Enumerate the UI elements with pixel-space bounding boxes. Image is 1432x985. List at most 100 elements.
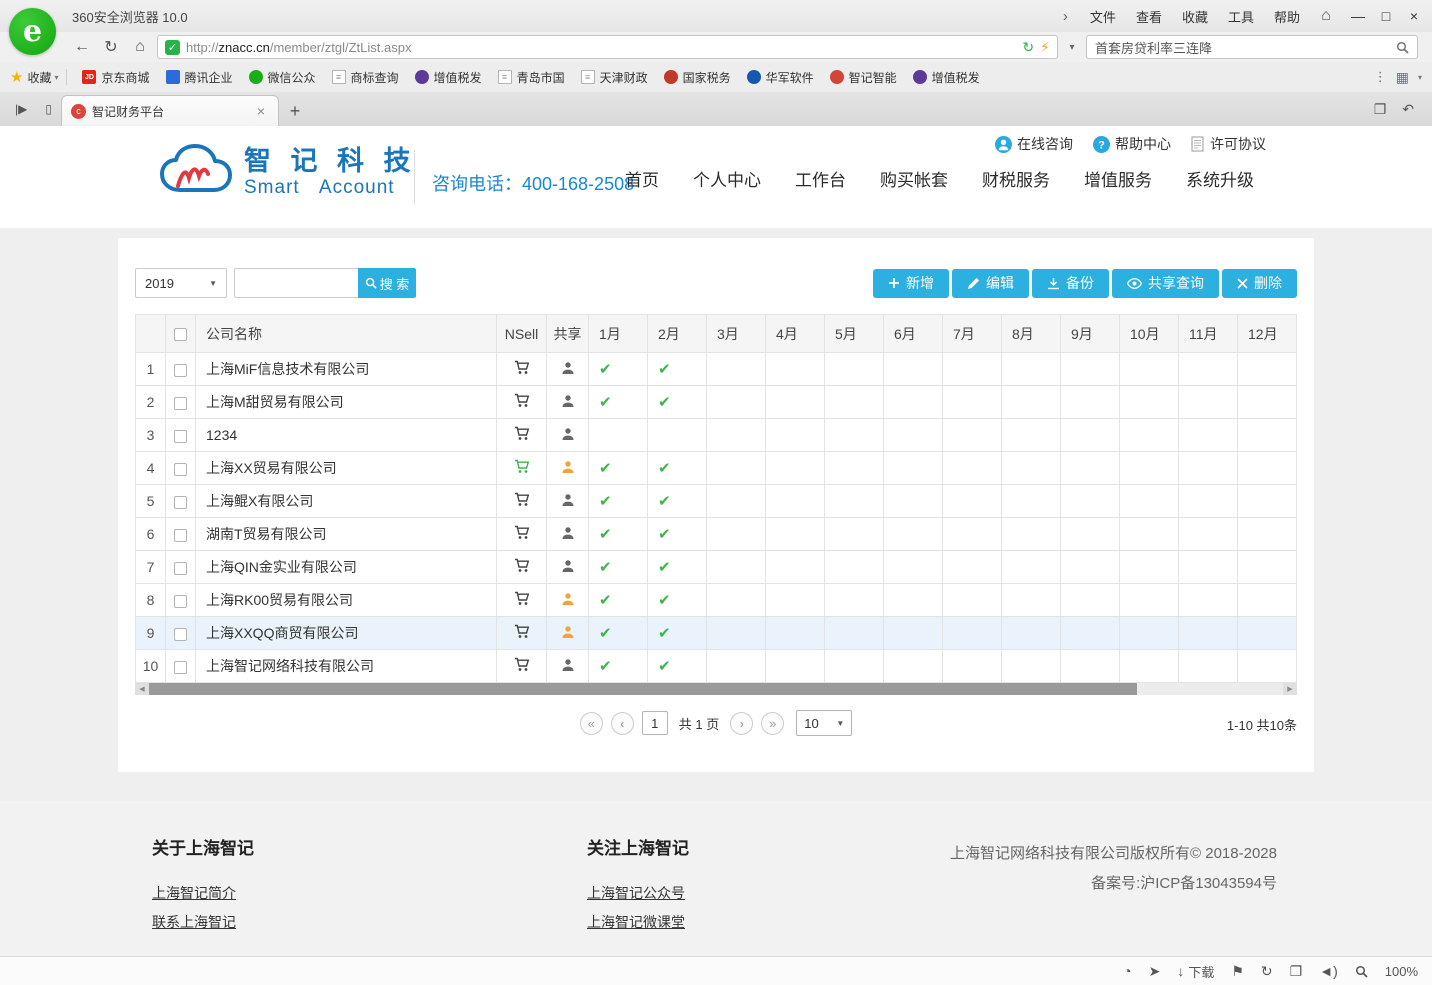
bookmark-item[interactable]: JD京东商城: [75, 66, 156, 89]
new-tab-button[interactable]: +: [281, 97, 309, 125]
browser-search-box[interactable]: 首套房贷利率三连降: [1086, 35, 1418, 59]
cart-icon[interactable]: [514, 657, 530, 672]
game-speed-icon[interactable]: ➤: [1149, 963, 1161, 980]
share-person-icon[interactable]: [561, 460, 575, 474]
search-button[interactable]: 搜 索: [358, 268, 416, 298]
maximize-button[interactable]: □: [1372, 0, 1400, 32]
row-checkbox[interactable]: [174, 463, 187, 476]
bookmark-item[interactable]: 增值税发: [408, 66, 489, 89]
table-row[interactable]: 5上海鲲X有限公司✔✔: [136, 485, 1297, 518]
favorites-star-icon[interactable]: ★: [10, 68, 23, 86]
company-search-input[interactable]: [234, 268, 358, 298]
browser-tab[interactable]: c 智记财务平台 ×: [61, 95, 279, 126]
close-button[interactable]: ×: [1400, 0, 1428, 32]
share-query-button[interactable]: 共享查询: [1112, 269, 1219, 298]
volume-icon[interactable]: ◄): [1319, 963, 1338, 979]
refresh-status-icon[interactable]: ↻: [1261, 963, 1273, 980]
cart-icon[interactable]: [514, 558, 530, 573]
scrollbar-thumb[interactable]: [149, 683, 1137, 695]
multi-window-icon[interactable]: ❐: [1290, 963, 1303, 980]
table-row[interactable]: 1上海MiF信息技术有限公司✔✔: [136, 353, 1297, 386]
first-page-button[interactable]: «: [580, 712, 603, 735]
row-checkbox[interactable]: [174, 529, 187, 542]
no-trace-mode-icon[interactable]: ↻: [1022, 39, 1034, 56]
page-size-select[interactable]: 10 ▼: [796, 710, 852, 736]
overflow-icon[interactable]: ⋮: [1374, 69, 1387, 85]
nav-item-5[interactable]: 增值服务: [1084, 169, 1152, 193]
favorites-caret-icon[interactable]: ▾: [54, 73, 58, 82]
tile-windows-icon[interactable]: ❐: [1374, 101, 1387, 118]
minimize-button[interactable]: —: [1344, 0, 1372, 32]
nav-item-0[interactable]: 首页: [625, 169, 659, 193]
prev-page-button[interactable]: ‹: [611, 712, 634, 735]
scroll-left-icon[interactable]: ◀: [135, 683, 149, 695]
row-checkbox[interactable]: [174, 430, 187, 443]
favorites-label[interactable]: 收藏: [27, 69, 51, 86]
nav-item-1[interactable]: 个人中心: [693, 169, 761, 193]
scroll-right-icon[interactable]: ▶: [1283, 683, 1297, 695]
cart-icon[interactable]: [514, 360, 530, 375]
cart-icon[interactable]: [514, 393, 530, 408]
bookmark-item[interactable]: 智记智能: [823, 66, 904, 89]
menu-chevron-icon[interactable]: ›: [1063, 8, 1068, 25]
back-button[interactable]: ←: [70, 35, 94, 59]
quick-link[interactable]: 许可协议: [1191, 134, 1266, 154]
delete-button[interactable]: 删除: [1222, 269, 1297, 298]
quick-link[interactable]: ?帮助中心: [1093, 134, 1171, 154]
backup-button[interactable]: 备份: [1032, 269, 1109, 298]
cart-icon[interactable]: [514, 459, 530, 474]
bookmark-item[interactable]: 青岛市国: [491, 66, 572, 89]
cart-icon[interactable]: [514, 525, 530, 540]
refresh-button[interactable]: ↻: [99, 35, 123, 59]
menu-item-0[interactable]: 文件: [1090, 7, 1116, 26]
accelerator-icon[interactable]: ◔: [1123, 963, 1131, 979]
share-person-icon[interactable]: [561, 559, 575, 573]
footer-link[interactable]: 联系上海智记: [152, 912, 254, 932]
table-row[interactable]: 7上海QIN金实业有限公司✔✔: [136, 551, 1297, 584]
menu-item-1[interactable]: 查看: [1136, 7, 1162, 26]
home-button[interactable]: ⌂: [128, 35, 152, 59]
cart-icon[interactable]: [514, 426, 530, 441]
address-bar[interactable]: ✓ http://znacc.cn/member/ztgl/ZtList.asp…: [157, 35, 1058, 59]
year-select[interactable]: 2019 ▼: [135, 268, 227, 298]
address-dropdown-icon[interactable]: ▾: [1063, 42, 1081, 53]
nav-item-6[interactable]: 系统升级: [1186, 169, 1254, 193]
table-row[interactable]: 9上海XXQQ商贸有限公司✔✔: [136, 617, 1297, 650]
site-logo[interactable]: 智 记 科 技 Smart Account: [156, 142, 417, 203]
last-page-button[interactable]: »: [761, 712, 784, 735]
edit-button[interactable]: 编辑: [952, 269, 1029, 298]
add-button[interactable]: 新增: [873, 269, 949, 298]
row-checkbox[interactable]: [174, 496, 187, 509]
quick-link[interactable]: 在线咨询: [995, 134, 1073, 154]
footer-link[interactable]: 上海智记简介: [152, 883, 254, 903]
share-person-icon[interactable]: [561, 625, 575, 639]
next-page-button[interactable]: ›: [730, 712, 753, 735]
menu-item-2[interactable]: 收藏: [1182, 7, 1208, 26]
bookmark-item[interactable]: 微信公众: [242, 66, 323, 89]
row-checkbox[interactable]: [174, 595, 187, 608]
menu-item-4[interactable]: 帮助: [1274, 7, 1300, 26]
share-person-icon[interactable]: [561, 493, 575, 507]
cart-icon[interactable]: [514, 624, 530, 639]
zoom-search-icon[interactable]: [1355, 965, 1368, 978]
table-row[interactable]: 10上海智记网络科技有限公司✔✔: [136, 650, 1297, 683]
browser-360-logo-icon[interactable]: e: [9, 8, 56, 55]
row-checkbox[interactable]: [174, 628, 187, 641]
row-checkbox[interactable]: [174, 661, 187, 674]
apps-caret-icon[interactable]: ▾: [1418, 73, 1422, 82]
bookmark-item[interactable]: 天津财政: [574, 66, 655, 89]
zoom-level-label[interactable]: 100%: [1385, 964, 1418, 979]
table-row[interactable]: 4上海XX贸易有限公司✔✔: [136, 452, 1297, 485]
share-person-icon[interactable]: [561, 427, 575, 441]
current-page-input[interactable]: 1: [642, 711, 668, 735]
download-icon[interactable]: ↓下载: [1177, 962, 1214, 981]
page-url[interactable]: http://znacc.cn/member/ztgl/ZtList.aspx: [186, 40, 1016, 55]
table-row[interactable]: 2上海M甜贸易有限公司✔✔: [136, 386, 1297, 419]
tab-close-icon[interactable]: ×: [253, 103, 269, 119]
row-checkbox[interactable]: [174, 397, 187, 410]
table-row[interactable]: 31234: [136, 419, 1297, 452]
footer-link[interactable]: 上海智记公众号: [587, 883, 689, 903]
bookmark-item[interactable]: 商标查询: [325, 66, 406, 89]
select-all-checkbox[interactable]: [174, 328, 187, 341]
sidebar-toggle-icon[interactable]: |▶: [6, 92, 36, 126]
